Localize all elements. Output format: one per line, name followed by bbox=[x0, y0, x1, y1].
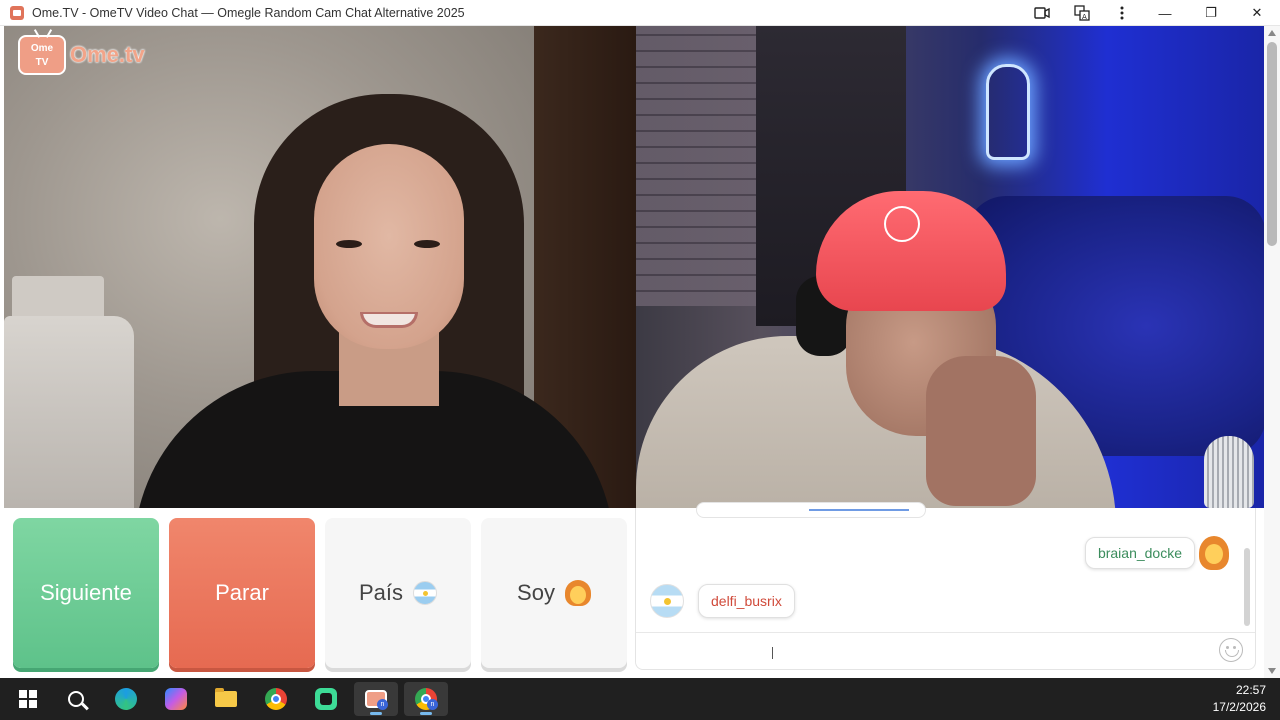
scroll-up-icon[interactable] bbox=[1268, 30, 1276, 36]
title-bar-actions: A — ❐ ✕ bbox=[1022, 0, 1280, 26]
translate-icon[interactable]: A bbox=[1062, 0, 1102, 26]
ometv-favicon-icon bbox=[10, 5, 24, 20]
control-panel: Siguiente Parar País Soy bbox=[4, 508, 634, 678]
close-button[interactable]: ✕ bbox=[1234, 0, 1280, 26]
scroll-thumb[interactable] bbox=[1267, 42, 1277, 246]
chat-input[interactable] bbox=[636, 632, 1255, 669]
girl-emoji-icon bbox=[564, 580, 591, 606]
chat-username[interactable]: braian_docke bbox=[1098, 545, 1182, 561]
stop-button[interactable]: Parar bbox=[169, 518, 315, 668]
next-button[interactable]: Siguiente bbox=[13, 518, 159, 668]
title-bar: Ome.TV - OmeTV Video Chat — Omegle Rando… bbox=[0, 0, 1280, 26]
argentina-flag-icon bbox=[413, 581, 438, 605]
gender-button-label: Soy bbox=[517, 580, 555, 605]
argentina-flag-icon bbox=[650, 584, 684, 618]
green-app-icon[interactable] bbox=[304, 682, 348, 716]
stranger-face bbox=[314, 144, 464, 349]
emoji-smile-icon[interactable] bbox=[1219, 638, 1243, 662]
cap-logo bbox=[884, 206, 920, 242]
chat-username[interactable]: delfi_busrix bbox=[711, 593, 782, 609]
left-eye bbox=[336, 240, 362, 248]
clock-date: 17/2/2026 bbox=[1212, 700, 1266, 714]
brick-wall bbox=[636, 26, 766, 306]
logo-text: Ome.tv bbox=[70, 42, 145, 67]
next-button-label: Siguiente bbox=[40, 580, 132, 605]
windows-start-icon[interactable] bbox=[6, 682, 50, 716]
ometv-tv-icon: Ome TV bbox=[18, 35, 66, 75]
taskbar: n n 22:57 17/2/2026 bbox=[0, 678, 1280, 720]
microphone bbox=[1204, 436, 1254, 508]
self-video bbox=[636, 26, 1264, 508]
smile bbox=[360, 312, 418, 328]
page-scrollbar[interactable] bbox=[1264, 26, 1280, 678]
copilot-icon[interactable] bbox=[154, 682, 198, 716]
chrome-profile-icon[interactable]: n bbox=[404, 682, 448, 716]
chat-scrollbar[interactable] bbox=[1244, 548, 1250, 626]
chat-message-self: braian_docke bbox=[1084, 537, 1195, 569]
clock-time: 22:57 bbox=[1235, 683, 1266, 697]
search-icon[interactable] bbox=[54, 682, 98, 716]
country-button-label: País bbox=[358, 580, 404, 605]
minimize-button[interactable]: — bbox=[1142, 0, 1188, 26]
bed bbox=[4, 316, 134, 508]
edge-icon[interactable] bbox=[104, 682, 148, 716]
window-title: Ome.TV - OmeTV Video Chat — Omegle Rando… bbox=[32, 5, 465, 20]
svg-text:A: A bbox=[1082, 13, 1087, 21]
restore-button[interactable]: ❐ bbox=[1188, 0, 1234, 26]
chrome-icon[interactable] bbox=[254, 682, 298, 716]
scroll-down-icon[interactable] bbox=[1268, 668, 1276, 674]
stranger-video bbox=[4, 26, 636, 508]
camera-icon[interactable] bbox=[1022, 0, 1062, 26]
hand bbox=[926, 356, 1036, 506]
stop-button-label: Parar bbox=[215, 580, 269, 605]
ometv-logo[interactable]: Ome TV Ome.tv bbox=[18, 35, 145, 75]
previous-message-partial bbox=[696, 502, 926, 518]
file-explorer-icon[interactable] bbox=[204, 682, 248, 716]
ometv-app-icon[interactable]: n bbox=[354, 682, 398, 716]
neon-sign bbox=[986, 64, 1030, 160]
girl-emoji-icon bbox=[1197, 536, 1231, 570]
system-clock[interactable]: 22:57 17/2/2026 bbox=[1213, 682, 1266, 716]
chat-panel: braian_docke delfi_busrix bbox=[635, 502, 1256, 670]
more-vertical-icon[interactable] bbox=[1102, 0, 1142, 26]
chat-message-stranger: delfi_busrix bbox=[698, 584, 795, 618]
gender-button[interactable]: Soy bbox=[481, 518, 627, 668]
right-eye bbox=[414, 240, 440, 248]
country-button[interactable]: País bbox=[325, 518, 471, 668]
text-cursor-icon bbox=[772, 647, 773, 659]
